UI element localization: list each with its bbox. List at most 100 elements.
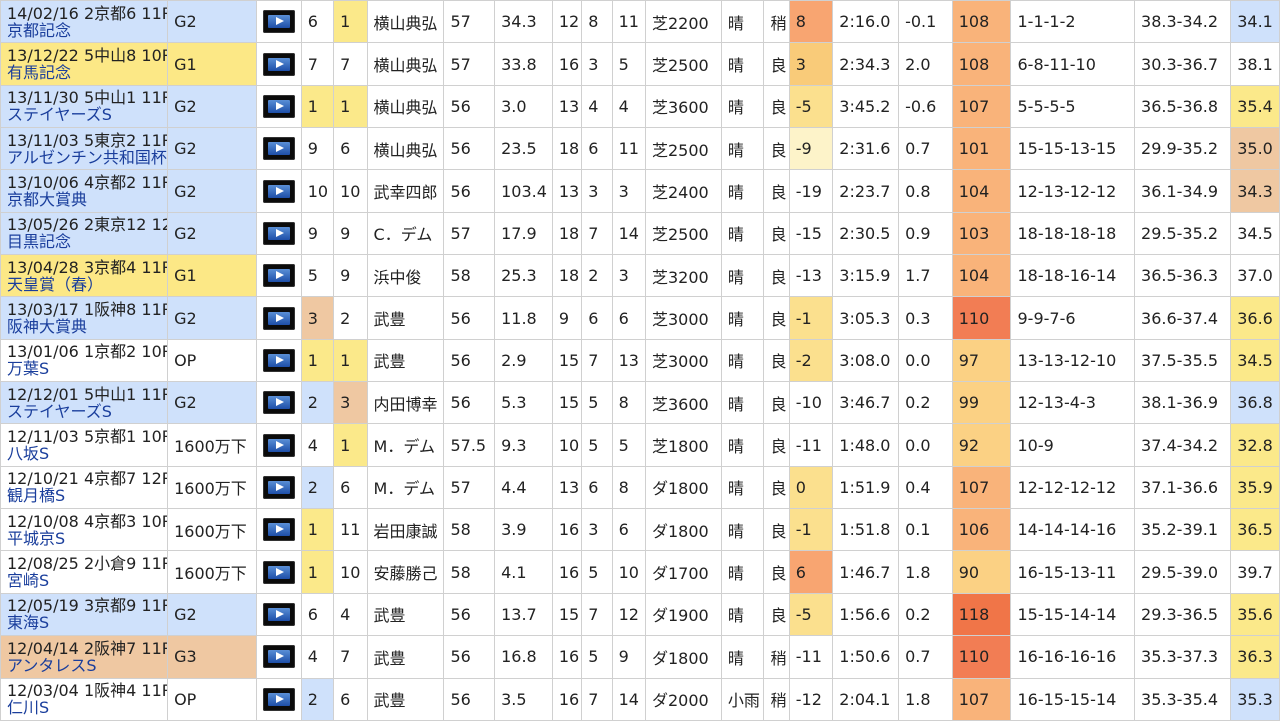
jockey-link[interactable]: 横山典弘 <box>366 84 445 129</box>
race-name-link[interactable]: 仁川S <box>7 699 161 716</box>
time-margin: 0.7 <box>898 635 953 679</box>
race-date: 13/05/26 2東京12 12R <box>7 215 168 235</box>
race-name-link[interactable]: 平城京S <box>7 530 161 547</box>
jockey-link[interactable]: 浜中俊 <box>366 254 445 298</box>
video-play-icon[interactable] <box>263 602 296 626</box>
finish-time: 1:51.8 <box>832 508 900 552</box>
race-name-link[interactable]: 八坂S <box>7 445 161 462</box>
video-play-icon[interactable] <box>263 52 296 76</box>
race-name-link[interactable]: 宮崎S <box>7 572 161 589</box>
race-grade: G2 <box>167 0 258 44</box>
jockey-link[interactable]: 横山典弘 <box>366 42 445 86</box>
race-grade: G2 <box>167 127 258 171</box>
race-name-link[interactable]: 観月橋S <box>7 487 161 504</box>
race-name-link[interactable]: ステイヤーズS <box>7 403 161 420</box>
video-play-icon[interactable] <box>263 179 296 203</box>
video-play-icon[interactable] <box>263 137 296 161</box>
jockey-link[interactable]: 武豊 <box>366 296 445 340</box>
jockey-link[interactable]: M．デム <box>366 423 445 467</box>
jockey-link[interactable]: M．デム <box>366 465 445 510</box>
weather: 晴 <box>720 296 765 340</box>
race-grade: 1600万下 <box>167 550 258 594</box>
video-play-icon[interactable] <box>263 391 296 415</box>
gate-number: 7 <box>581 677 613 721</box>
race-grade: G2 <box>167 592 258 637</box>
field-size: 16 <box>551 508 583 552</box>
race-name-link[interactable]: ステイヤーズS <box>7 106 161 123</box>
gate-number: 5 <box>581 635 613 679</box>
odds: 3.5 <box>494 677 553 721</box>
race-row: 13/10/06 4京都2 11R 京都大賞典 G2 10 10 武幸四郎 56… <box>0 169 1280 213</box>
post-number: 4 <box>611 84 646 129</box>
video-play-icon[interactable] <box>263 94 296 118</box>
jockey-link[interactable]: 横山典弘 <box>366 0 445 44</box>
passing-order: 15-15-13-15 <box>1010 127 1136 171</box>
odds: 17.9 <box>494 211 553 256</box>
jockey-link[interactable]: 岩田康誠 <box>366 508 445 552</box>
video-play-icon[interactable] <box>263 10 296 34</box>
post-number: 9 <box>611 635 646 679</box>
weather: 晴 <box>720 508 765 552</box>
race-row: 12/12/01 5中山1 11R ステイヤーズS G2 2 3 内田博幸 56… <box>0 381 1280 425</box>
race-name-link[interactable]: 万葉S <box>7 360 161 377</box>
course: ダ1800 <box>644 508 722 552</box>
race-date: 13/11/03 5東京2 11R <box>7 130 168 150</box>
video-cell <box>256 592 302 637</box>
race-history-table: 14/02/16 2京都6 11R 京都記念 G2 6 1 横山典弘 57 34… <box>0 0 1280 721</box>
jockey-link[interactable]: 安藤勝己 <box>366 550 445 594</box>
race-row: 12/11/03 5京都1 10R 八坂S 1600万下 4 1 M．デム 57… <box>0 423 1280 467</box>
race-name-link[interactable]: アンタレスS <box>7 657 161 674</box>
last-3f: 35.6 <box>1230 592 1280 637</box>
race-name-link[interactable]: 目黒記念 <box>7 233 161 250</box>
video-play-icon[interactable] <box>263 348 296 372</box>
race-grade: G2 <box>167 84 258 129</box>
post-number: 8 <box>611 465 646 510</box>
field-size: 13 <box>551 465 583 510</box>
race-name-link[interactable]: 有馬記念 <box>7 64 161 81</box>
weather: 晴 <box>720 211 765 256</box>
video-play-icon[interactable] <box>263 306 296 330</box>
race-name-link[interactable]: 京都記念 <box>7 22 161 39</box>
race-name-link[interactable]: アルゼンチン共和国杯 <box>7 149 167 166</box>
race-name-link[interactable]: 阪神大賞典 <box>7 318 161 335</box>
race-grade: G2 <box>167 381 258 425</box>
video-play-icon[interactable] <box>263 475 296 499</box>
race-grade: 1600万下 <box>167 465 258 510</box>
video-play-icon[interactable] <box>263 264 296 288</box>
video-cell <box>256 381 302 425</box>
speed-index: 108 <box>951 42 1012 86</box>
carried-weight: 56 <box>443 296 496 340</box>
jockey-link[interactable]: 武幸四郎 <box>366 169 445 213</box>
race-row: 12/08/25 2小倉9 11R 宮崎S 1600万下 1 10 安藤勝己 5… <box>0 550 1280 594</box>
popularity: 1 <box>333 338 368 383</box>
jockey-link[interactable]: 武豊 <box>366 338 445 383</box>
popularity: 6 <box>333 127 368 171</box>
video-play-icon[interactable] <box>263 433 296 457</box>
race-date: 13/11/30 5中山1 11R <box>7 88 168 108</box>
jockey-link[interactable]: C．デム <box>366 211 445 256</box>
pace: 37.4-34.2 <box>1134 423 1232 467</box>
jockey-link[interactable]: 武豊 <box>366 635 445 679</box>
last-3f: 36.6 <box>1230 296 1280 340</box>
post-number: 3 <box>611 169 646 213</box>
race-name-link[interactable]: 天皇賞（春） <box>7 276 161 293</box>
jockey-link[interactable]: 内田博幸 <box>366 381 445 425</box>
video-play-icon[interactable] <box>263 518 296 542</box>
race-grade: G2 <box>167 211 258 256</box>
race-name-link[interactable]: 東海S <box>7 614 161 631</box>
pace: 29.5-39.0 <box>1134 550 1232 594</box>
video-play-icon[interactable] <box>263 687 296 711</box>
race-name-link[interactable]: 京都大賞典 <box>7 191 161 208</box>
race-date: 12/03/04 1阪神4 11R <box>7 681 168 701</box>
jockey-link[interactable]: 武豊 <box>366 592 445 637</box>
jockey-link[interactable]: 武豊 <box>366 677 445 721</box>
jockey-link[interactable]: 横山典弘 <box>366 127 445 171</box>
finish-time: 2:31.6 <box>832 127 900 171</box>
video-play-icon[interactable] <box>263 560 296 584</box>
race-grade: 1600万下 <box>167 508 258 552</box>
last-3f: 34.5 <box>1230 338 1280 383</box>
video-play-icon[interactable] <box>263 645 296 669</box>
video-play-icon[interactable] <box>263 221 296 245</box>
gate-number: 4 <box>581 84 613 129</box>
gate-number: 7 <box>581 211 613 256</box>
